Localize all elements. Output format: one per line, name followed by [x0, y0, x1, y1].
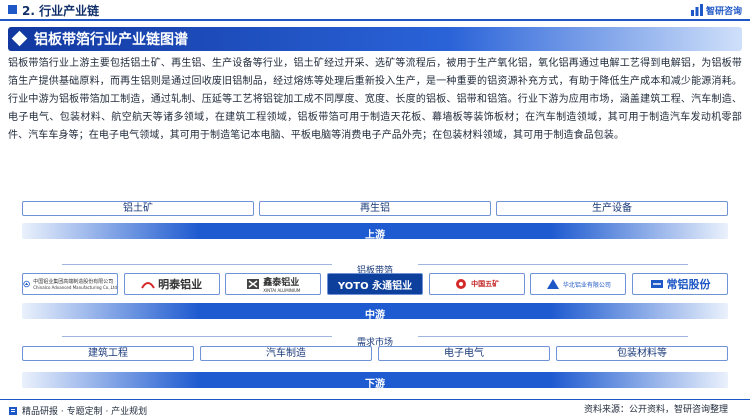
downstream-item-automotive: 汽车制造	[200, 346, 372, 361]
downstream-band: 下游	[22, 372, 728, 390]
header-divider	[0, 19, 750, 21]
report-icon	[9, 406, 17, 415]
footer-divider	[0, 399, 750, 400]
company-logo-minmetals: 中国五矿	[428, 273, 525, 295]
upstream-item-recycled-aluminium: 再生铝	[259, 201, 491, 216]
midstream-band: 中游	[22, 303, 728, 321]
midstream-header: 铝板带箔	[22, 258, 728, 276]
section-title: 2. 行业产业链	[22, 4, 100, 18]
downstream-item-packaging: 包装材料等	[556, 346, 728, 361]
company-logo-yoto: YOTO 永通铝业	[327, 273, 423, 295]
company-logo-changlv: 常铝股份	[632, 273, 728, 295]
upstream-band: 上游	[22, 223, 728, 241]
top-header: 2. 行业产业链 智研咨询	[0, 0, 750, 22]
diamond-icon	[11, 30, 28, 47]
page-title: 铝板带箔行业产业链图谱	[34, 32, 188, 48]
company-logo-mingtai: 明泰铝业	[123, 273, 220, 295]
huabei-icon	[546, 279, 559, 289]
minmetals-icon	[456, 279, 467, 289]
section-square-icon	[8, 5, 17, 14]
industry-chain-diagram: 铝土矿 再生铝 生产设备 上游 铝板带箔 中国铝业集团高端制造股份有限公司 Ch…	[22, 196, 728, 394]
downstream-item-electronics: 电子电气	[378, 346, 550, 361]
upstream-item-production-equipment: 生产设备	[496, 201, 728, 216]
footer-source: 资料来源：公开资料，智研咨询整理	[583, 405, 728, 415]
company-logo-xintai: 鑫泰铝业 XINTAI ALUMINIUM	[225, 273, 322, 295]
footer-slogan: 精品研报 · 专题定制 · 产业规划	[8, 404, 147, 417]
mingtai-icon	[141, 282, 156, 289]
company-logo-huabei: 华北铝业有限公司	[530, 273, 627, 295]
downstream-header: 需求市场	[22, 330, 728, 348]
title-banner: 铝板带箔行业产业链图谱	[8, 27, 742, 51]
brand-name: 智研咨询	[705, 6, 742, 17]
brand-icon	[690, 4, 703, 16]
changlv-icon	[650, 280, 663, 288]
page-footer: 精品研报 · 专题定制 · 产业规划 资料来源：公开资料，智研咨询整理	[0, 398, 750, 420]
brand-logo: 智研咨询	[690, 3, 742, 17]
xintai-icon	[247, 279, 260, 289]
upstream-item-bauxite: 铝土矿	[22, 201, 254, 216]
downstream-item-construction: 建筑工程	[22, 346, 194, 361]
company-logo-chinalco: 中国铝业集团高端制造股份有限公司 Chinalco Advanced Manuf…	[22, 273, 118, 295]
chinalco-icon	[23, 280, 30, 288]
intro-paragraph: 铝板带箔行业上游主要包括铝土矿、再生铝、生产设备等行业，铝土矿经过开采、选矿等流…	[8, 58, 742, 141]
